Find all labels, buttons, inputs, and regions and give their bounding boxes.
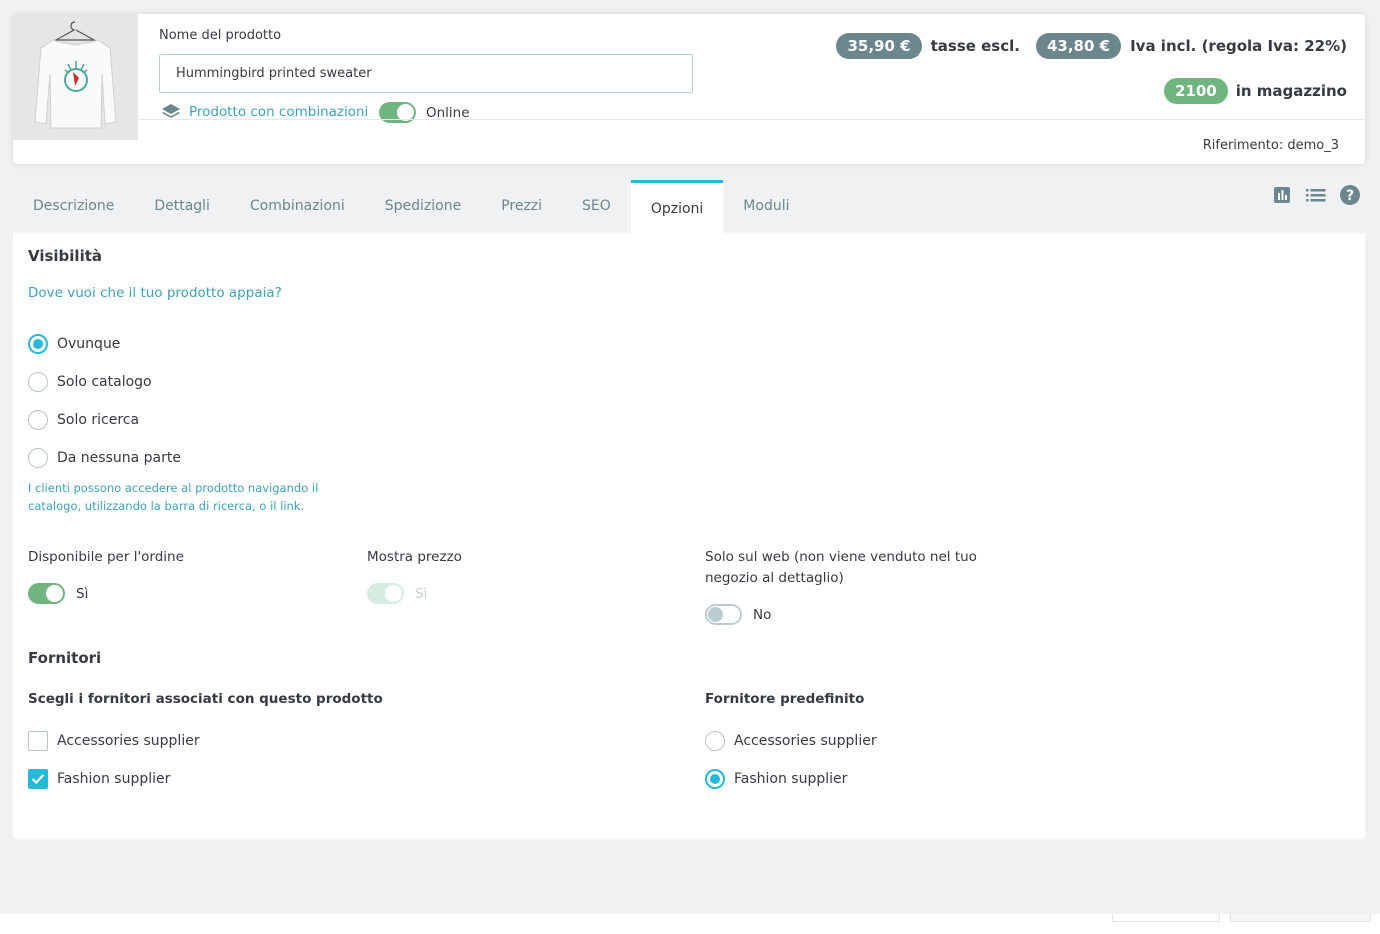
show-price-label: Mostra prezzo (367, 549, 462, 565)
show-price-toggle (367, 583, 404, 604)
web-only-toggle[interactable] (705, 604, 742, 625)
check-icon (31, 774, 45, 785)
tab-prezzi[interactable]: Prezzi (481, 180, 562, 233)
checkbox-label: Accessories supplier (57, 733, 200, 749)
available-for-order-value: Sì (76, 585, 89, 602)
suppliers-title: Fornitori (28, 649, 102, 667)
web-only-switch[interactable]: No (705, 604, 771, 625)
list-icon[interactable] (1306, 185, 1326, 205)
price-summary: 35,90 € tasse escl. 43,80 € Iva incl. (r… (836, 33, 1347, 59)
tab-seo[interactable]: SEO (562, 180, 631, 233)
product-name-input[interactable] (159, 54, 693, 93)
radio-label: Da nessuna parte (57, 450, 181, 466)
supplier-checkbox-fashion[interactable]: Fashion supplier (28, 769, 170, 789)
show-price-switch: Sì (367, 583, 427, 604)
web-only-value: No (753, 606, 772, 623)
checkbox-label: Fashion supplier (57, 771, 171, 787)
price-incl-badge: 43,80 € (1035, 33, 1122, 59)
supplier-checkbox-accessories[interactable]: Accessories supplier (28, 731, 200, 751)
radio-label: Ovunque (57, 336, 121, 352)
available-for-order-toggle[interactable] (28, 583, 65, 604)
radio-button[interactable] (28, 334, 48, 354)
default-supplier-label: Fornitore predefinito (705, 691, 865, 707)
footer-button-right[interactable] (1230, 914, 1371, 922)
product-reference: Riferimento: demo_3 (1202, 138, 1339, 153)
visibility-option-nowhere[interactable]: Da nessuna parte (28, 448, 181, 468)
tab-opzioni[interactable]: Opzioni (630, 180, 724, 233)
stock-label: in magazzino (1235, 82, 1347, 100)
product-name-label: Nome del prodotto (159, 28, 282, 43)
sweater-image (13, 14, 138, 140)
product-tabs: Descrizione Dettagli Combinazioni Spediz… (13, 180, 809, 233)
visibility-question: Dove vuoi che il tuo prodotto appaia? (28, 285, 282, 301)
radio-button[interactable] (28, 372, 48, 392)
show-price-value: Sì (415, 585, 428, 602)
header-divider (138, 119, 1365, 120)
stats-icon[interactable] (1272, 185, 1292, 205)
choose-suppliers-label: Scegli i fornitori associati con questo … (28, 691, 383, 707)
combinations-label: Prodotto con combinazioni (189, 104, 369, 120)
radio-button[interactable] (28, 448, 48, 468)
checkbox[interactable] (28, 731, 48, 751)
svg-text:?: ? (1346, 188, 1354, 204)
tab-toolbar: ? (1272, 185, 1360, 205)
default-supplier-accessories[interactable]: Accessories supplier (705, 731, 877, 751)
visibility-option-search[interactable]: Solo ricerca (28, 410, 139, 430)
radio-label: Accessories supplier (734, 733, 877, 749)
web-only-label: Solo sul web (non viene venduto nel tuo … (705, 549, 977, 586)
product-thumbnail[interactable] (13, 14, 138, 140)
tab-dettagli[interactable]: Dettagli (134, 180, 230, 233)
checkbox[interactable] (28, 769, 48, 789)
footer-button-left[interactable] (1112, 914, 1220, 922)
tab-moduli[interactable]: Moduli (723, 180, 809, 233)
radio-label: Solo catalogo (57, 374, 152, 390)
price-incl-label: Iva incl. (regola Iva: 22%) (1130, 37, 1347, 55)
stock-badge: 2100 (1164, 78, 1228, 104)
default-supplier-fashion[interactable]: Fashion supplier (705, 769, 847, 789)
stock-summary: 2100 in magazzino (1164, 78, 1347, 104)
radio-button[interactable] (705, 769, 725, 789)
tab-spedizione[interactable]: Spedizione (365, 180, 481, 233)
help-icon[interactable]: ? (1340, 185, 1360, 205)
price-excl-badge: 35,90 € (836, 33, 922, 59)
visibility-option-catalog[interactable]: Solo catalogo (28, 372, 152, 392)
options-panel: Visibilità Dove vuoi che il tuo prodotto… (13, 233, 1365, 839)
tab-combinazioni[interactable]: Combinazioni (230, 180, 365, 233)
radio-button[interactable] (28, 410, 48, 430)
price-excl-label: tasse escl. (930, 37, 1020, 55)
visibility-help-text: I clienti possono accedere al prodotto n… (28, 481, 319, 513)
visibility-option-everywhere[interactable]: Ovunque (28, 334, 120, 354)
radio-label: Fashion supplier (734, 771, 848, 787)
visibility-title: Visibilità (28, 247, 103, 265)
radio-button[interactable] (705, 731, 725, 751)
radio-label: Solo ricerca (57, 412, 140, 428)
product-header: Nome del prodotto Prodotto con combinazi… (13, 14, 1365, 164)
available-for-order-switch[interactable]: Sì (28, 583, 88, 604)
available-for-order-label: Disponibile per l'ordine (28, 549, 184, 565)
tab-descrizione[interactable]: Descrizione (13, 180, 134, 233)
